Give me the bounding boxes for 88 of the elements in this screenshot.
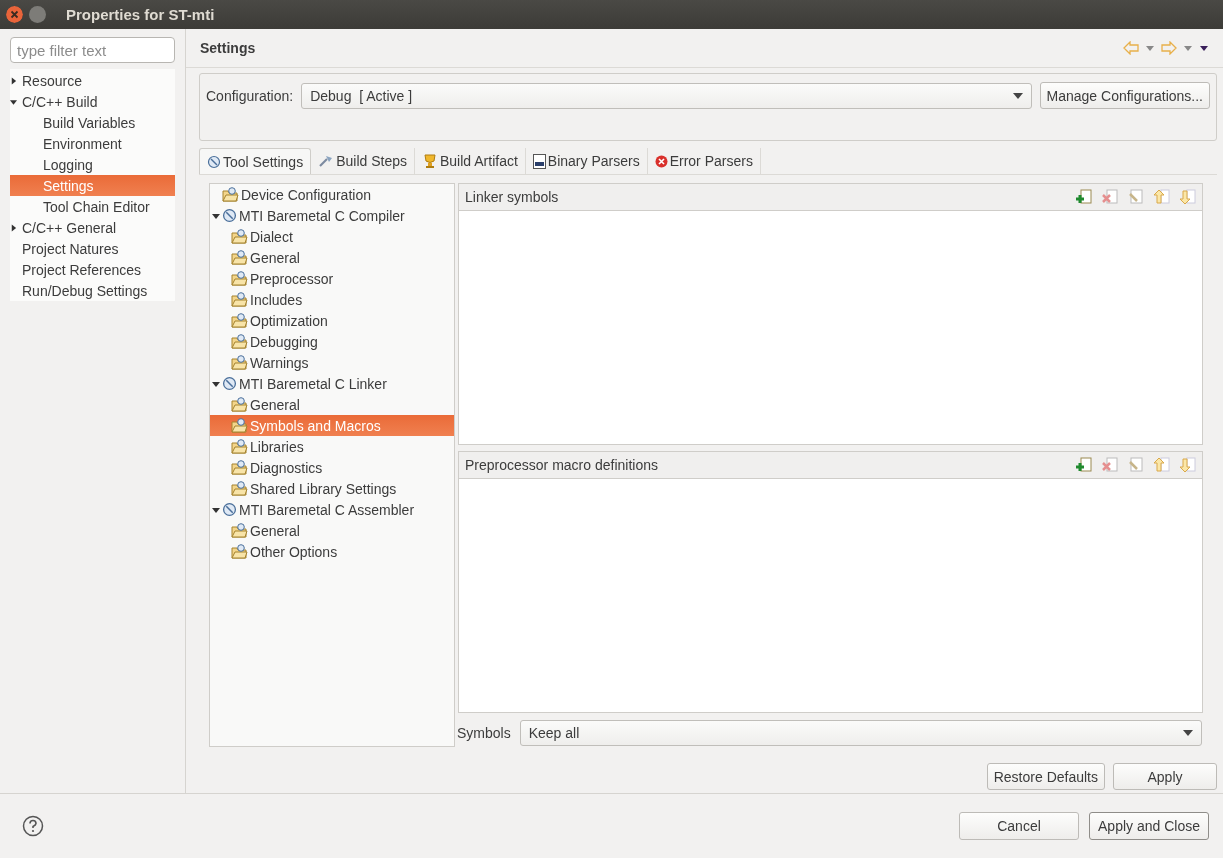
view-menu-icon[interactable] — [1199, 44, 1209, 52]
window-title: Properties for ST-mti — [66, 6, 215, 23]
restore-defaults-button[interactable]: Restore Defaults — [986, 763, 1105, 790]
tree-item[interactable]: Includes — [210, 289, 454, 310]
back-arrow-icon[interactable] — [1123, 41, 1139, 55]
nav-item[interactable]: Run/Debug Settings — [10, 280, 175, 301]
nav-item[interactable]: Tool Chain Editor — [10, 196, 175, 217]
add-icon[interactable] — [1076, 189, 1092, 205]
nav-item[interactable]: Resource — [10, 70, 175, 91]
dropdown-arrow-icon[interactable] — [1012, 91, 1023, 100]
move-up-icon[interactable] — [1154, 457, 1170, 473]
tree-item[interactable]: Device Configuration — [210, 184, 454, 205]
tree-item[interactable]: Other Options — [210, 541, 454, 562]
tab[interactable]: Error Parsers — [647, 148, 761, 174]
edit-icon[interactable] — [1128, 189, 1144, 205]
tree-item[interactable]: General — [210, 247, 454, 268]
tree-item[interactable]: Dialect — [210, 226, 454, 247]
tree-item[interactable]: Optimization — [210, 310, 454, 331]
tree-item[interactable]: MTI Baremetal C Compiler — [210, 205, 454, 226]
tab[interactable]: Build Artifact — [415, 148, 526, 174]
tab[interactable]: Tool Settings — [199, 148, 312, 174]
tree-item[interactable]: MTI Baremetal C Linker — [210, 373, 454, 394]
tree-item[interactable]: Diagnostics — [210, 457, 454, 478]
symbols-dropdown[interactable]: Keep all — [519, 720, 1202, 746]
tree-item[interactable]: Warnings — [210, 352, 454, 373]
configuration-label: Configuration: — [206, 87, 294, 104]
folder-icon — [231, 250, 248, 265]
delete-icon[interactable] — [1102, 457, 1118, 473]
edit-icon[interactable] — [1128, 457, 1144, 473]
expand-icon[interactable] — [10, 223, 17, 232]
error-icon — [654, 154, 668, 168]
list-title: Preprocessor macro definitions — [465, 457, 658, 473]
nav-item[interactable]: C/C++ Build — [10, 91, 175, 112]
close-icon[interactable] — [6, 6, 23, 23]
folder-icon — [231, 229, 248, 244]
list-title: Linker symbols — [465, 189, 559, 205]
binary-file-icon — [532, 153, 546, 169]
filter-field[interactable]: type filter text — [10, 37, 175, 63]
dropdown-arrow-icon[interactable] — [1183, 729, 1193, 737]
collapse-icon[interactable] — [212, 505, 220, 514]
folder-icon — [231, 271, 248, 286]
trophy-icon — [422, 153, 438, 169]
delete-icon[interactable] — [1102, 189, 1118, 205]
apply-button[interactable]: Apply — [1113, 763, 1217, 790]
add-icon[interactable] — [1076, 457, 1092, 473]
folder-icon — [231, 397, 248, 412]
folder-icon — [231, 418, 248, 433]
nav-item[interactable]: Logging — [10, 154, 175, 175]
forward-arrow-icon[interactable] — [1161, 41, 1177, 55]
folder-icon — [231, 439, 248, 454]
folder-icon — [231, 355, 248, 370]
cancel-button[interactable]: Cancel — [959, 812, 1079, 840]
symbols-label: Symbols — [457, 725, 511, 741]
tree-item[interactable]: General — [210, 394, 454, 415]
tree-item[interactable]: Shared Library Settings — [210, 478, 454, 499]
folder-icon — [231, 334, 248, 349]
manage-configurations-button[interactable]: Manage Configurations... — [1039, 82, 1210, 109]
folder-icon — [231, 292, 248, 307]
folder-icon — [222, 187, 239, 202]
nav-item[interactable]: C/C++ General — [10, 217, 175, 238]
collapse-icon[interactable] — [10, 97, 17, 106]
configuration-dropdown[interactable]: Debug [ Active ] — [301, 82, 1032, 109]
folder-icon — [231, 544, 248, 559]
move-down-icon[interactable] — [1180, 189, 1196, 205]
folder-icon — [231, 460, 248, 475]
help-icon[interactable] — [22, 815, 44, 837]
folder-icon — [231, 481, 248, 496]
expand-icon[interactable] — [10, 76, 17, 85]
maximize-icon[interactable] — [29, 6, 46, 23]
tab[interactable]: Build Steps — [311, 148, 415, 174]
tree-item[interactable]: Debugging — [210, 331, 454, 352]
page-title: Settings — [200, 40, 256, 56]
nav-item[interactable]: Project Natures — [10, 238, 175, 259]
apply-and-close-button[interactable]: Apply and Close — [1089, 812, 1209, 840]
move-down-icon[interactable] — [1180, 457, 1196, 473]
tab[interactable]: Binary Parsers — [525, 148, 648, 174]
collapse-icon[interactable] — [212, 211, 220, 220]
folder-icon — [231, 313, 248, 328]
collapse-icon[interactable] — [212, 379, 220, 388]
tree-item[interactable]: General — [210, 520, 454, 541]
tree-item[interactable]: MTI Baremetal C Assembler — [210, 499, 454, 520]
nav-item[interactable]: Environment — [10, 133, 175, 154]
nav-item[interactable]: Build Variables — [10, 112, 175, 133]
tree-item[interactable]: Preprocessor — [210, 268, 454, 289]
folder-icon — [231, 523, 248, 538]
tree-item[interactable]: Libraries — [210, 436, 454, 457]
nav-item[interactable]: Project References — [10, 259, 175, 280]
move-up-icon[interactable] — [1154, 189, 1170, 205]
